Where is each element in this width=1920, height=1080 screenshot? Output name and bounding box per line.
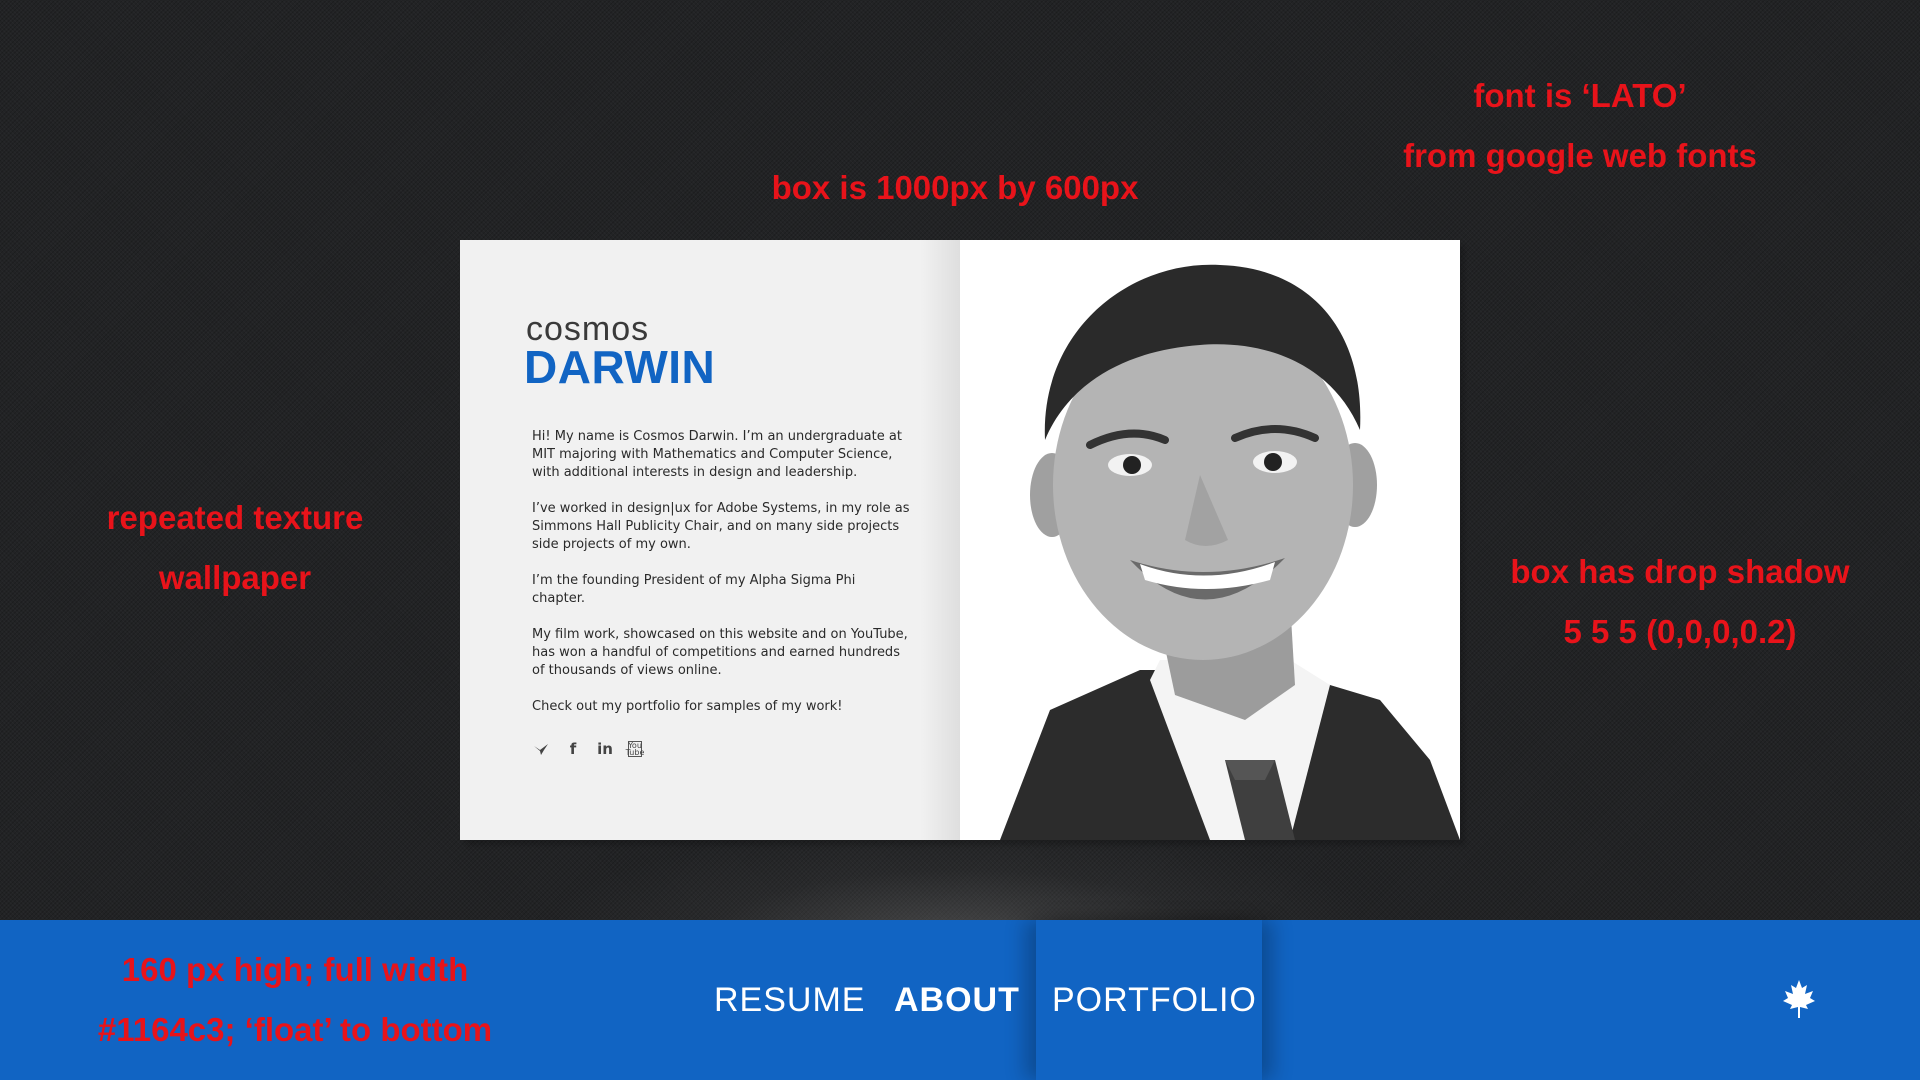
facebook-icon[interactable]: f — [564, 740, 582, 758]
youtube-icon-bottom: Tube — [625, 748, 645, 757]
nav-resume[interactable]: RESUME — [714, 920, 865, 1080]
annotation-navbar: 160 px high; full width #1164c3; ‘float’… — [55, 940, 535, 1060]
annotation-box-size-text: box is 1000px by 600px — [771, 169, 1139, 206]
bio-paragraph: My film work, showcased on this website … — [532, 627, 908, 678]
bio-paragraph: Hi! My name is Cosmos Darwin. I’m an und… — [532, 429, 902, 480]
bird-icon[interactable] — [532, 740, 550, 758]
annotation-font-line1: font is ‘LATO’ — [1473, 77, 1687, 114]
profile-card: cosmos DARWIN Hi! My name is Cosmos Darw… — [460, 240, 1460, 840]
annotation-shadow: box has drop shadow 5 5 5 (0,0,0,0.2) — [1480, 542, 1880, 662]
annotation-shadow-line2: 5 5 5 (0,0,0,0.2) — [1563, 613, 1797, 650]
annotation-navbar-line1: 160 px high; full width — [121, 951, 469, 988]
linkedin-icon[interactable]: in — [596, 740, 614, 758]
profile-text-panel: cosmos DARWIN Hi! My name is Cosmos Darw… — [460, 240, 960, 840]
nav-about[interactable]: ABOUT — [894, 920, 1020, 1080]
annotation-texture-line2: wallpaper — [158, 559, 312, 596]
last-name: DARWIN — [524, 341, 716, 393]
annotation-shadow-line1: box has drop shadow — [1510, 553, 1850, 590]
maple-leaf-icon[interactable] — [1782, 978, 1816, 1020]
bio-paragraph: I’ve worked in design|ux for Adobe Syste… — [532, 501, 910, 552]
annotation-font: font is ‘LATO’ from google web fonts — [1360, 66, 1800, 186]
nav-portfolio[interactable]: PORTFOLIO — [1052, 920, 1257, 1080]
social-links: f in You Tube — [532, 740, 645, 758]
bio-paragraph: I’m the founding President of my Alpha S… — [532, 573, 856, 606]
annotation-texture-line1: repeated texture — [106, 499, 364, 536]
annotation-font-line2: from google web fonts — [1403, 137, 1757, 174]
annotation-navbar-line2: #1164c3; ‘float’ to bottom — [97, 1011, 493, 1048]
annotation-box-size: box is 1000px by 600px — [720, 158, 1190, 218]
profile-photo — [960, 240, 1460, 840]
bio-paragraph: Check out my portfolio for samples of my… — [532, 699, 843, 714]
annotation-texture: repeated texture wallpaper — [60, 488, 410, 608]
youtube-icon[interactable]: You Tube — [625, 741, 645, 757]
bio: Hi! My name is Cosmos Darwin. I’m an und… — [532, 428, 912, 734]
